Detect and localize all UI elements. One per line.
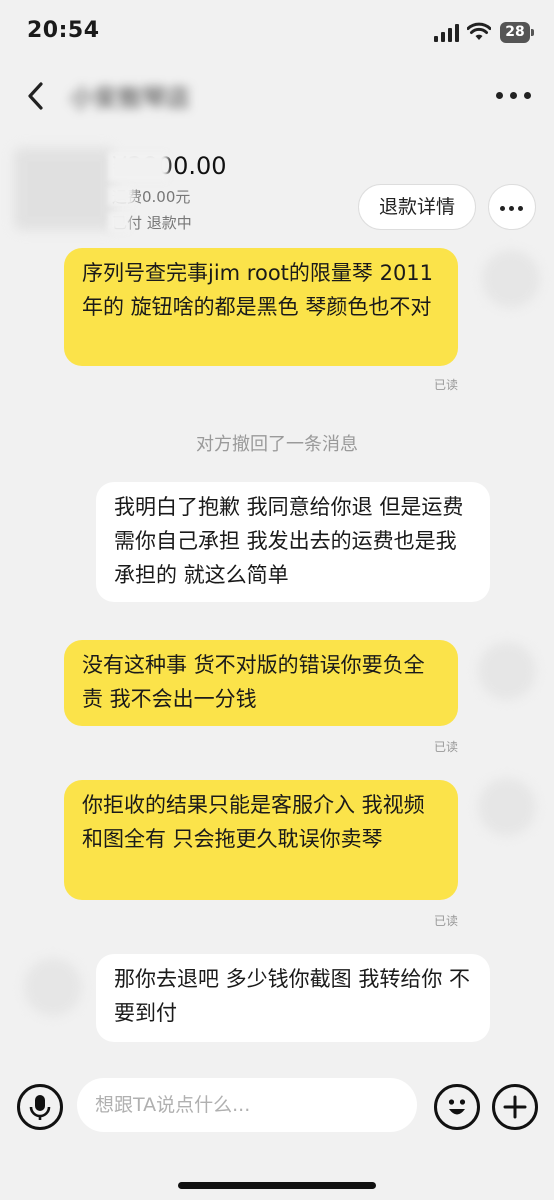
message-bubble-sent[interactable]: 你拒收的结果只能是客服介入 我视频和图全有 只会拖更久耽误你卖琴 [64, 780, 458, 900]
emoji-button[interactable] [434, 1084, 480, 1130]
status-time: 20:54 [27, 18, 100, 43]
message-bubble-received[interactable]: 那你去退吧 多少钱你截图 我转给你 不要到付 [96, 954, 490, 1042]
back-arrow-icon[interactable] [22, 80, 52, 112]
voice-input-button[interactable] [17, 1084, 63, 1130]
message-input[interactable] [77, 1078, 417, 1132]
product-header[interactable]: ¥3800.00 运费0.00元 已付 退款中 退款详情 [0, 126, 554, 244]
nav-bar: 小安敖琴店 [0, 66, 554, 126]
read-receipt: 已读 [434, 378, 459, 392]
redaction [108, 152, 168, 182]
redaction [108, 212, 130, 232]
more-options-icon[interactable] [496, 92, 532, 102]
input-bar [0, 1064, 554, 1200]
wifi-icon [467, 22, 491, 40]
emoji-icon [448, 1099, 466, 1115]
product-thumbnail[interactable] [14, 148, 114, 230]
read-receipt: 已读 [434, 914, 459, 928]
more-actions-button[interactable] [492, 1084, 538, 1130]
seller-avatar[interactable] [24, 958, 82, 1016]
chat-message-list[interactable]: 序列号查完事jim root的限量琴 2011年的 旋钮啥的都是黑色 琴颜色也不… [0, 244, 554, 1064]
status-bar: 20:54 28 [0, 0, 554, 66]
product-more-button[interactable] [488, 184, 536, 230]
my-avatar[interactable] [478, 778, 536, 836]
read-receipt: 已读 [434, 740, 459, 754]
chat-title: 小安敖琴店 [70, 84, 190, 112]
redaction [108, 186, 134, 206]
system-message: 对方撤回了一条消息 [196, 434, 358, 455]
microphone-icon [29, 1095, 51, 1120]
my-avatar[interactable] [478, 642, 536, 700]
cellular-signal-icon [434, 24, 459, 42]
home-indicator [178, 1182, 376, 1189]
plus-icon [503, 1095, 527, 1119]
message-bubble-sent[interactable]: 没有这种事 货不对版的错误你要负全责 我不会出一分钱 [64, 640, 458, 726]
refund-details-button[interactable]: 退款详情 [358, 184, 476, 230]
message-bubble-sent[interactable]: 序列号查完事jim root的限量琴 2011年的 旋钮啥的都是黑色 琴颜色也不… [64, 248, 458, 366]
my-avatar[interactable] [482, 250, 540, 308]
battery-icon: 28 [500, 22, 534, 43]
message-bubble-received[interactable]: 我明白了抱歉 我同意给你退 但是运费需你自己承担 我发出去的运费也是我承担的 就… [96, 482, 490, 602]
